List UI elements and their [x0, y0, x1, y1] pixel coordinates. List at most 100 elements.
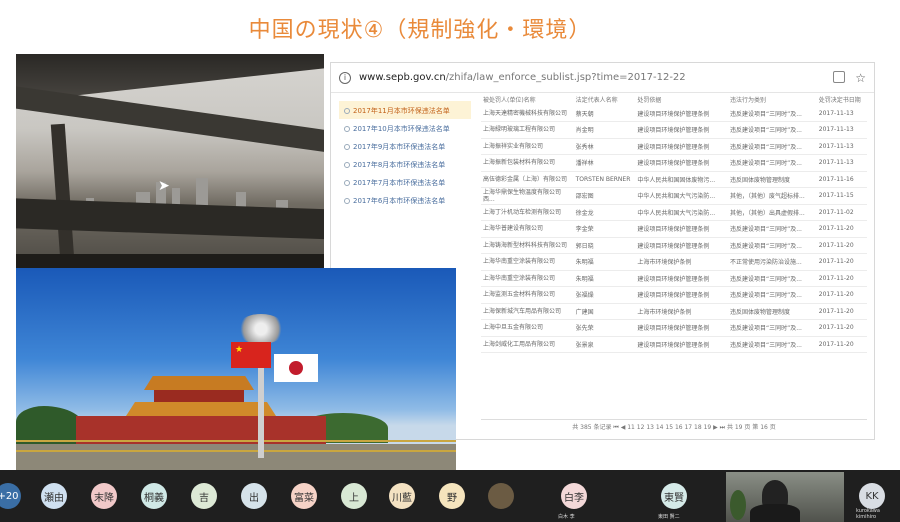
table-cell: 中华人民共和国大气污染防... — [635, 187, 728, 205]
table-cell: 肖金明 — [573, 121, 636, 139]
table-cell: 上海緑明玻璃工程有限公司 — [481, 121, 574, 139]
mouse-cursor-icon: ➤ — [158, 178, 170, 194]
participant-tile[interactable]: 出 — [234, 470, 274, 522]
table-row[interactable]: 上海铸海新型材料科技有限公司 郭日晓 建设项目环境保护管理条例 违反建设项目“三同时”… — [481, 237, 867, 254]
month-link[interactable]: 2017年11月本市环保违法名单 — [339, 101, 471, 119]
participant-tile[interactable]: KK kurokawa kimihiro — [852, 470, 892, 522]
participant-tile[interactable]: 瀬由 — [34, 470, 74, 522]
japan-flag — [274, 354, 318, 382]
participant-avatar: 瀬由 — [41, 483, 67, 509]
table-cell: 上海保新城汽车用品有限公司 — [481, 303, 574, 320]
pagination[interactable]: 共 385 条记录 ⏮ ◀ 11 12 13 14 15 16 17 18 19… — [481, 419, 867, 433]
table-row[interactable]: 上海华鼎保生物温度有限公司西... 邵宏图 中华人民共和国大气污染防... 其他，（其… — [481, 187, 867, 205]
violation-table-area: 被处罚人(单位)名称 法定代表人名称 处罚依据 违法行为类别 处罚决定书日期 上… — [481, 93, 867, 433]
table-cell: 张秀林 — [573, 138, 636, 155]
participant-avatar: 東賢 — [661, 483, 687, 509]
participant-tile[interactable] — [481, 470, 521, 522]
participant-tile[interactable]: 末降 — [84, 470, 124, 522]
table-row[interactable]: 上海保新城汽车用品有限公司 广建国 上海市环境保护条例 违反固体废物管理制度 2017-… — [481, 303, 867, 320]
table-cell: 朱明福 — [573, 253, 636, 271]
participant-tile[interactable]: 野 — [432, 470, 472, 522]
china-flag: ★ — [231, 342, 271, 368]
table-cell: 张福燥 — [573, 286, 636, 304]
table-cell: 违反建设项目“三同时”及... — [728, 270, 817, 287]
column-header: 处罚依据 — [637, 96, 662, 104]
table-row[interactable]: 上海华南重空涂装有限公司 朱明福 建设项目环境保护管理条例 违反建设项目“三同时”及.… — [481, 270, 867, 287]
table-cell: 违反建设项目“三同时”及... — [728, 319, 817, 337]
participant-tile[interactable]: 吉 — [184, 470, 224, 522]
participant-avatar: 出 — [241, 483, 267, 509]
participant-name: 白木 李 — [558, 514, 575, 520]
presentation-slide: 中国の現状④（規制強化・環境） ➤ i www.sepb.gov.cn /zhi… — [0, 0, 900, 470]
table-cell: 上海铸海新型材料科技有限公司 — [481, 237, 574, 254]
table-cell: 2017-11-20 — [816, 303, 867, 320]
participant-tile[interactable]: 桐義 — [134, 470, 174, 522]
table-cell: 邵宏图 — [573, 187, 636, 205]
table-cell: 中华人民共和国大气污染防... — [635, 204, 728, 221]
table-cell: 上海振新包装材料有限公司 — [481, 154, 574, 172]
month-link[interactable]: 2017年9月本市环保违法名单 — [339, 137, 471, 155]
table-row[interactable]: 上海剑威化工用品有限公司 张景泉 建设项目环境保护管理条例 违反建设项目“三同时”及.… — [481, 336, 867, 353]
railing — [16, 440, 456, 452]
participant-avatar: 川藍 — [389, 483, 415, 509]
participant-tile[interactable]: 川藍 — [382, 470, 422, 522]
table-cell: 建设项目环境保护管理条例 — [635, 286, 728, 304]
table-cell: 2017-11-20 — [816, 336, 867, 353]
table-cell: 潘祥林 — [573, 154, 636, 172]
table-cell: 2017-11-16 — [816, 171, 867, 188]
address-bar[interactable]: i www.sepb.gov.cn /zhifa/law_enforce_sub… — [331, 63, 874, 93]
table-cell: 2017-11-20 — [816, 220, 867, 238]
info-icon[interactable]: i — [339, 71, 351, 84]
table-row[interactable]: 上海丁汁机动车检测有限公司 徐金龙 中华人民共和国大气污染防... 其他，（其他）出具… — [481, 204, 867, 221]
table-row[interactable]: 上海监测五金材料有限公司 张福燥 建设项目环境保护管理条例 违反建设项目“三同时”及.… — [481, 286, 867, 304]
railing-beam — [16, 254, 324, 268]
column-header: 违法行为类别 — [730, 96, 767, 104]
participant-avatar: KK — [859, 483, 885, 509]
star-icon[interactable]: ☆ — [855, 71, 866, 85]
table-row[interactable]: 上海华南重空涂装有限公司 朱明福 上海市环境保护条例 不正常使用污染防治设施... 20… — [481, 253, 867, 271]
table-cell: 张景泉 — [573, 336, 636, 353]
table-row[interactable]: 上海天達精密機械科技有限公司 蔡天朝 建设项目环境保护管理条例 违反建设项目“三同时”… — [481, 105, 867, 122]
table-cell: 2017-11-20 — [816, 319, 867, 337]
table-cell: 违反建设项目“三同时”及... — [728, 220, 817, 238]
table-cell: 2017-11-13 — [816, 138, 867, 155]
table-row[interactable]: 上海华普建设有限公司 李金荣 建设项目环境保护管理条例 违反建设项目“三同时”及...… — [481, 220, 867, 238]
table-row[interactable]: 上海振祥实业有限公司 张秀林 建设项目环境保护管理条例 违反建设项目“三同时”及...… — [481, 138, 867, 155]
participant-avatar: 富菜 — [291, 483, 317, 509]
url-path: /zhifa/law_enforce_sublist.jsp?time=2017… — [445, 72, 686, 83]
table-cell: 上海华南重空涂装有限公司 — [481, 253, 574, 271]
participant-tile[interactable]: +20 — [0, 470, 28, 522]
participant-avatar: 桐義 — [141, 483, 167, 509]
month-link[interactable]: 2017年8月本市环保违法名单 — [339, 155, 471, 173]
reader-view-icon[interactable] — [833, 70, 846, 83]
table-cell: 上海市环境保护条例 — [635, 303, 728, 320]
table-cell: 广建国 — [573, 303, 636, 320]
lamp-head — [236, 314, 286, 344]
month-link[interactable]: 2017年10月本市环保违法名单 — [339, 119, 471, 137]
person-body — [750, 504, 800, 522]
table-cell: 上海丁汁机动车检测有限公司 — [481, 204, 574, 221]
participant-tile[interactable]: 白李 白木 李 — [554, 470, 594, 522]
column-header: 被处罚人(单位)名称 — [483, 96, 536, 104]
table-row[interactable]: 上海緑明玻璃工程有限公司 肖金明 建设项目环境保护管理条例 违反建设项目“三同时”及.… — [481, 121, 867, 139]
table-row[interactable]: 上海中旦五金有限公司 张先荣 建设项目环境保护管理条例 违反建设项目“三同时”及...… — [481, 319, 867, 337]
table-cell: 2017-11-20 — [816, 270, 867, 287]
month-link[interactable]: 2017年7月本市环保违法名单 — [339, 173, 471, 191]
participant-avatar — [488, 483, 514, 509]
participant-tile[interactable]: 上 — [334, 470, 374, 522]
participant-tile[interactable]: 富菜 — [284, 470, 324, 522]
table-cell: 中华人民共和国固体废物污... — [635, 171, 728, 188]
table-cell: 李金荣 — [573, 220, 636, 238]
table-cell: 建设项目环境保护管理条例 — [635, 121, 728, 139]
smog-city-photo: ➤ — [16, 54, 324, 268]
table-cell: 上海华普建设有限公司 — [481, 220, 574, 238]
table-cell: 建设项目环境保护管理条例 — [635, 319, 728, 337]
speaker-video[interactable] — [726, 472, 844, 522]
table-cell: 违反建设项目“三同时”及... — [728, 138, 817, 155]
table-cell: 上海市环境保护条例 — [635, 253, 728, 271]
table-row[interactable]: 上海振新包装材料有限公司 潘祥林 建设项目环境保护管理条例 违反建设项目“三同时”及.… — [481, 154, 867, 172]
month-link[interactable]: 2017年6月本市环保违法名单 — [339, 191, 471, 209]
month-list: 2017年11月本市环保违法名单 2017年10月本市环保违法名单 2017年9… — [339, 101, 471, 209]
participant-tile[interactable]: 東賢 東田 賢二 — [654, 470, 694, 522]
table-row[interactable]: 高伍德彩金属（上海）有限公司 TORSTEN BERNER 中华人民共和国固体废物污… — [481, 171, 867, 188]
